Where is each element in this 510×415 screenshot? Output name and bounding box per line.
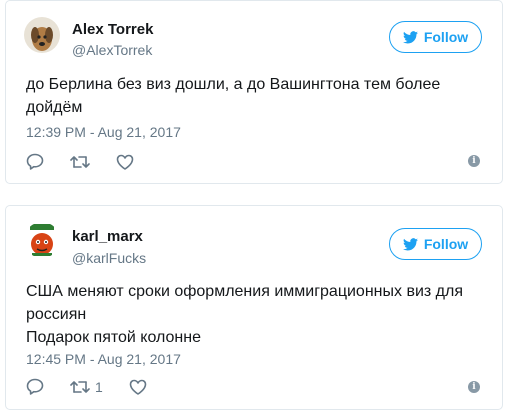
twitter-bird-icon <box>402 30 418 43</box>
twitter-bird-icon <box>402 237 418 250</box>
reply-button[interactable] <box>26 378 44 395</box>
like-button[interactable] <box>116 154 134 170</box>
follow-button[interactable]: Follow <box>389 228 482 260</box>
like-icon <box>116 154 134 170</box>
tweet-text: США меняют сроки оформления иммиграционн… <box>26 280 482 349</box>
like-button[interactable] <box>129 379 147 395</box>
display-name[interactable]: karl_marx <box>72 228 143 245</box>
tweet-timestamp[interactable]: 12:39 PM - Aug 21, 2017 <box>26 124 181 140</box>
display-name[interactable]: Alex Torrek <box>72 21 153 38</box>
tweet-text-line: Подарок пятой колонне <box>26 329 201 346</box>
user-handle[interactable]: @karlFucks <box>72 250 146 266</box>
user-handle[interactable]: @AlexTorrek <box>72 42 152 58</box>
tweet-card: Alex Torrek @AlexTorrek Follow до Берлин… <box>5 0 503 184</box>
retweet-icon <box>70 380 90 393</box>
tweet-text: до Берлина без виз дошли, а до Вашингтон… <box>26 76 441 116</box>
retweet-count: 1 <box>95 378 103 395</box>
retweet-icon <box>70 155 90 168</box>
like-icon <box>129 379 147 395</box>
reply-icon <box>26 153 44 170</box>
follow-label: Follow <box>423 236 469 252</box>
retweet-button[interactable] <box>70 154 90 170</box>
retweet-button[interactable]: 1 <box>70 379 103 395</box>
reply-icon <box>26 378 44 395</box>
info-icon[interactable]: i <box>468 381 480 393</box>
follow-button[interactable]: Follow <box>389 21 482 53</box>
tweet-text-line: США меняют сроки оформления иммиграционн… <box>26 283 463 323</box>
tweet-timestamp[interactable]: 12:45 PM - Aug 21, 2017 <box>26 351 181 367</box>
info-icon[interactable]: i <box>468 155 480 167</box>
tweet-actions <box>26 153 160 170</box>
avatar[interactable] <box>24 17 60 53</box>
tweet-card: karl_marx @karlFucks Follow США меняют с… <box>5 205 503 410</box>
follow-label: Follow <box>423 29 469 45</box>
avatar[interactable] <box>24 222 60 258</box>
tweet-actions: 1 <box>26 378 173 395</box>
reply-button[interactable] <box>26 153 44 170</box>
